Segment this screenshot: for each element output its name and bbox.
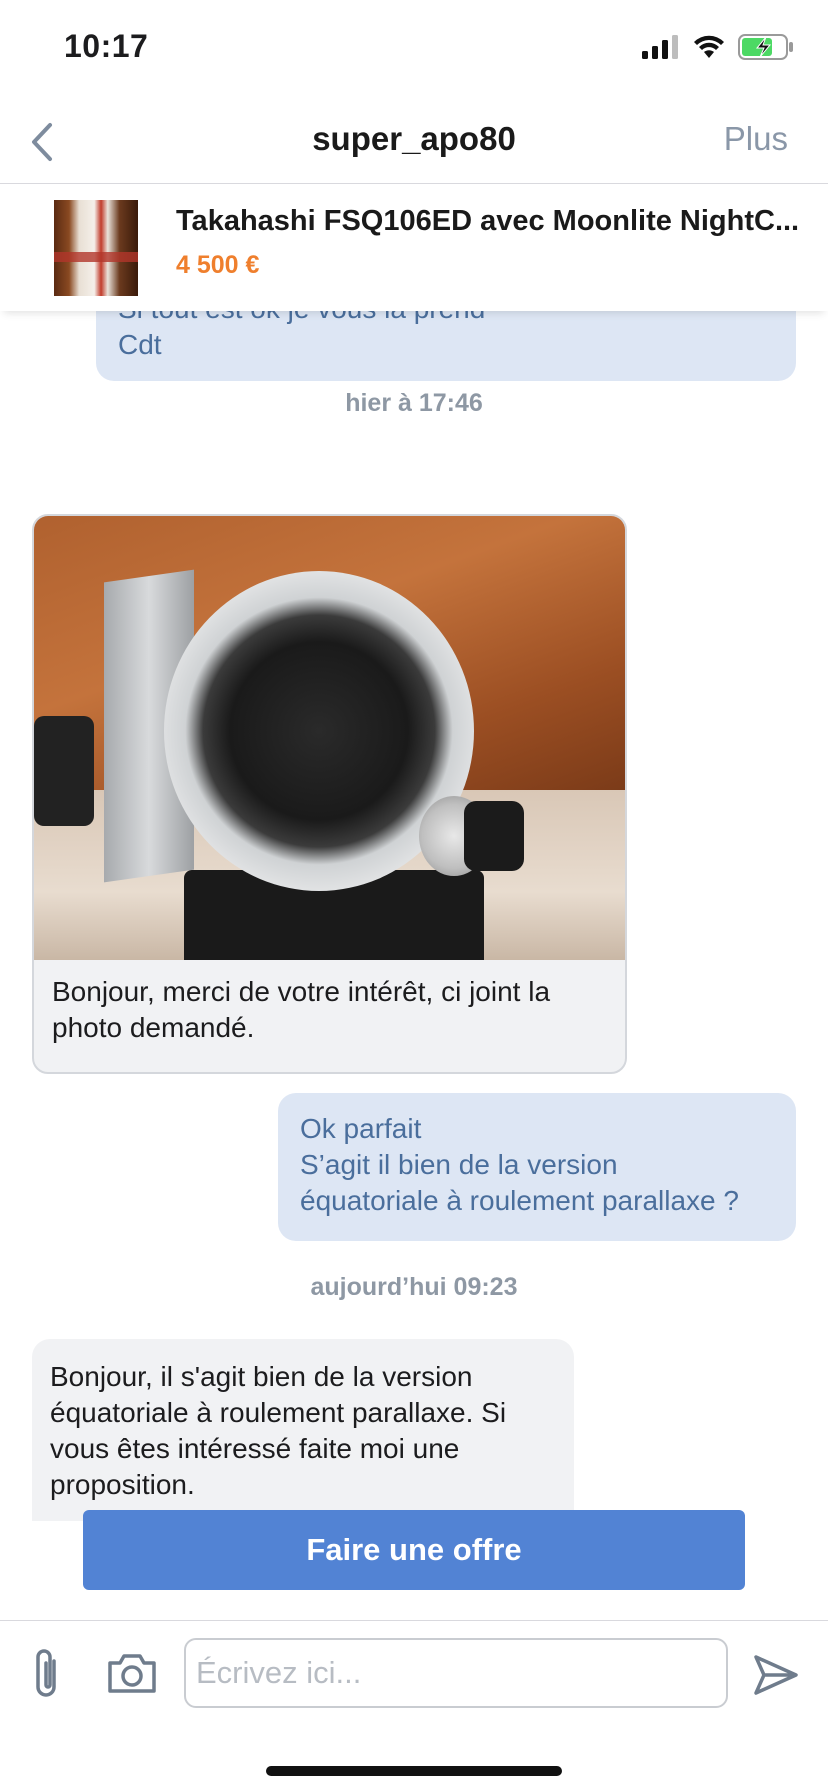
message-line: équatoriale à roulement parallaxe ? <box>300 1185 739 1216</box>
message-timestamp: aujourd’hui 09:23 <box>310 1273 518 1301</box>
status-bar: 10:17 <box>0 0 828 100</box>
battery-charging-icon <box>738 34 793 60</box>
product-title[interactable]: Takahashi FSQ106ED avec Moonlite NightC.… <box>176 205 816 238</box>
paperclip-icon <box>36 1649 56 1697</box>
message-timestamp: hier à 17:46 <box>345 389 483 417</box>
incoming-photo-message: Bonjour, merci de votre intérêt, ci join… <box>32 514 627 1074</box>
send-button[interactable] <box>752 1651 802 1701</box>
telescope-photo[interactable] <box>34 516 625 960</box>
product-price: 4 500 € <box>176 251 260 279</box>
camera-icon <box>108 1654 156 1693</box>
send-icon <box>754 1655 798 1695</box>
message-line: Cdt <box>118 329 162 360</box>
message-line: S’agit il bien de la version <box>300 1149 618 1180</box>
outgoing-message: Si tout est ok je vous la prend Cdt <box>96 311 796 381</box>
home-indicator <box>266 1766 562 1776</box>
cellular-signal-icon <box>642 35 678 59</box>
status-time: 10:17 <box>64 28 149 64</box>
product-thumbnail[interactable] <box>54 200 138 296</box>
composer-bar <box>0 1620 828 1730</box>
nav-bar: super_apo80 Plus <box>0 100 828 184</box>
chat-thread[interactable]: Si tout est ok je vous la prend Cdt hier… <box>0 311 828 1521</box>
outgoing-message: Ok parfait S’agit il bien de la version … <box>278 1093 796 1241</box>
more-button[interactable]: Plus <box>724 120 788 158</box>
message-line: Si tout est ok je vous la prend <box>118 311 774 327</box>
camera-button[interactable] <box>106 1651 158 1701</box>
make-offer-button[interactable]: Faire une offre <box>83 1510 745 1590</box>
message-line: Ok parfait <box>300 1113 422 1144</box>
product-header[interactable]: Takahashi FSQ106ED avec Moonlite NightC.… <box>0 185 828 311</box>
status-icons <box>642 34 794 60</box>
message-input[interactable] <box>184 1638 728 1708</box>
photo-caption: Bonjour, merci de votre intérêt, ci join… <box>52 976 551 1043</box>
wifi-icon <box>694 35 724 58</box>
attach-button[interactable] <box>28 1647 72 1703</box>
conversation-title: super_apo80 <box>312 120 516 157</box>
incoming-message: Bonjour, il s'agit bien de la version éq… <box>32 1339 574 1521</box>
